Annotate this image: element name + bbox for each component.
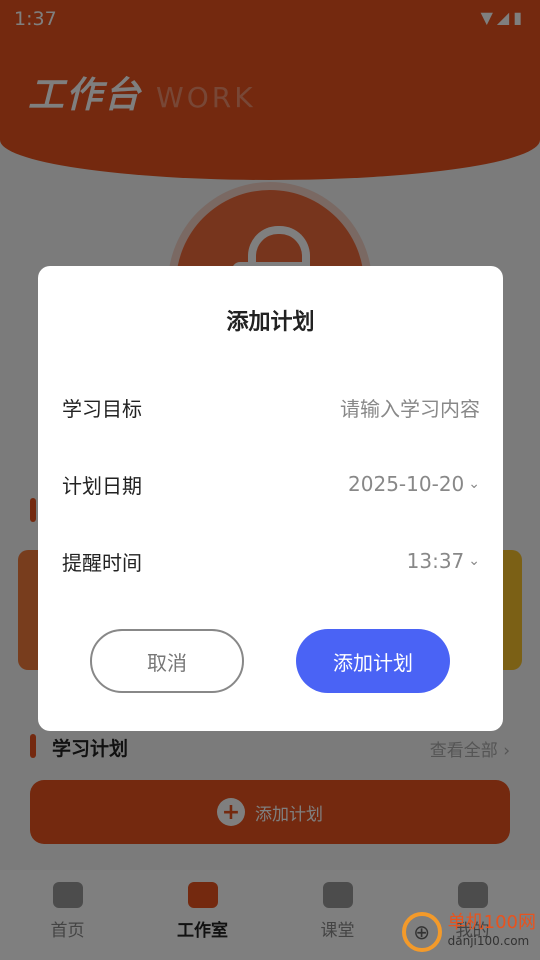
goal-input[interactable]: 请输入学习内容 bbox=[340, 393, 480, 422]
chevron-down-icon: ⌄ bbox=[468, 476, 480, 492]
add-plan-dialog: 添加计划 学习目标 请输入学习内容 计划日期 2025-10-20 ⌄ 提醒时间… bbox=[38, 266, 503, 731]
cancel-button[interactable]: 取消 bbox=[90, 629, 244, 693]
date-picker[interactable]: 2025-10-20 ⌄ bbox=[348, 472, 480, 496]
reminder-value: 13:37 bbox=[406, 549, 465, 573]
goal-label: 学习目标 bbox=[62, 396, 142, 421]
watermark-logo-icon: ⊕ bbox=[401, 912, 442, 952]
date-row[interactable]: 计划日期 2025-10-20 ⌄ bbox=[62, 464, 480, 504]
watermark-url: danji100.com bbox=[447, 934, 530, 948]
chevron-down-icon: ⌄ bbox=[468, 553, 480, 569]
reminder-label: 提醒时间 bbox=[62, 550, 142, 575]
goal-row[interactable]: 学习目标 请输入学习内容 bbox=[62, 387, 480, 427]
watermark: ⊕ 单机100网 danji100.com bbox=[401, 912, 536, 952]
add-plan-button[interactable]: 添加计划 bbox=[296, 629, 450, 693]
dialog-title: 添加计划 bbox=[226, 310, 315, 335]
reminder-picker[interactable]: 13:37 ⌄ bbox=[407, 549, 480, 573]
reminder-row[interactable]: 提醒时间 13:37 ⌄ bbox=[62, 541, 480, 581]
date-value: 2025-10-20 bbox=[348, 472, 465, 496]
watermark-name: 单机100网 bbox=[447, 912, 536, 933]
date-label: 计划日期 bbox=[62, 473, 142, 498]
